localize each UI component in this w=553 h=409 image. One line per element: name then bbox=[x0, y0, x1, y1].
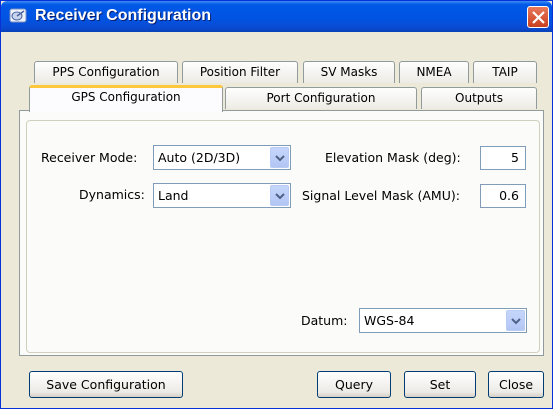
tab-gps-configuration[interactable]: GPS Configuration bbox=[29, 85, 223, 112]
datum-label: Datum: bbox=[301, 313, 348, 328]
chevron-down-icon[interactable] bbox=[270, 147, 289, 168]
tab-taip[interactable]: TAIP bbox=[473, 61, 537, 83]
tab-pps-configuration[interactable]: PPS Configuration bbox=[34, 61, 178, 83]
title-close-button[interactable] bbox=[527, 6, 549, 28]
dynamics-value: Land bbox=[158, 188, 189, 203]
elevation-mask-field[interactable]: 5 bbox=[480, 146, 526, 170]
save-configuration-button[interactable]: Save Configuration bbox=[29, 371, 183, 398]
receiver-mode-value: Auto (2D/3D) bbox=[158, 150, 241, 165]
chevron-down-icon[interactable] bbox=[506, 310, 525, 331]
close-button[interactable]: Close bbox=[488, 371, 544, 398]
tab-sv-masks[interactable]: SV Masks bbox=[303, 61, 395, 83]
set-button[interactable]: Set bbox=[404, 371, 476, 398]
datum-combo[interactable]: WGS-84 bbox=[359, 308, 527, 333]
receiver-mode-label: Receiver Mode: bbox=[41, 150, 138, 165]
title-bar[interactable]: Receiver Configuration bbox=[1, 1, 552, 32]
receiver-mode-combo[interactable]: Auto (2D/3D) bbox=[153, 145, 291, 170]
elevation-mask-label: Elevation Mask (deg): bbox=[325, 150, 461, 165]
dynamics-combo[interactable]: Land bbox=[153, 183, 291, 208]
tab-port-configuration[interactable]: Port Configuration bbox=[225, 87, 417, 109]
chevron-down-icon[interactable] bbox=[270, 185, 289, 206]
close-x-icon bbox=[532, 11, 545, 24]
signal-level-mask-label: Signal Level Mask (AMU): bbox=[302, 188, 460, 203]
tab-outputs[interactable]: Outputs bbox=[421, 87, 537, 109]
datum-value: WGS-84 bbox=[364, 313, 415, 328]
signal-level-mask-field[interactable]: 0.6 bbox=[480, 184, 526, 208]
receiver-config-window: Receiver Configuration PPS Configuration… bbox=[0, 0, 553, 409]
window-title: Receiver Configuration bbox=[35, 7, 212, 24]
tab-position-filter[interactable]: Position Filter bbox=[182, 61, 298, 83]
satellite-dish-icon bbox=[9, 7, 29, 25]
query-button[interactable]: Query bbox=[317, 371, 391, 398]
dynamics-label: Dynamics: bbox=[79, 187, 145, 202]
tab-nmea[interactable]: NMEA bbox=[399, 61, 469, 83]
